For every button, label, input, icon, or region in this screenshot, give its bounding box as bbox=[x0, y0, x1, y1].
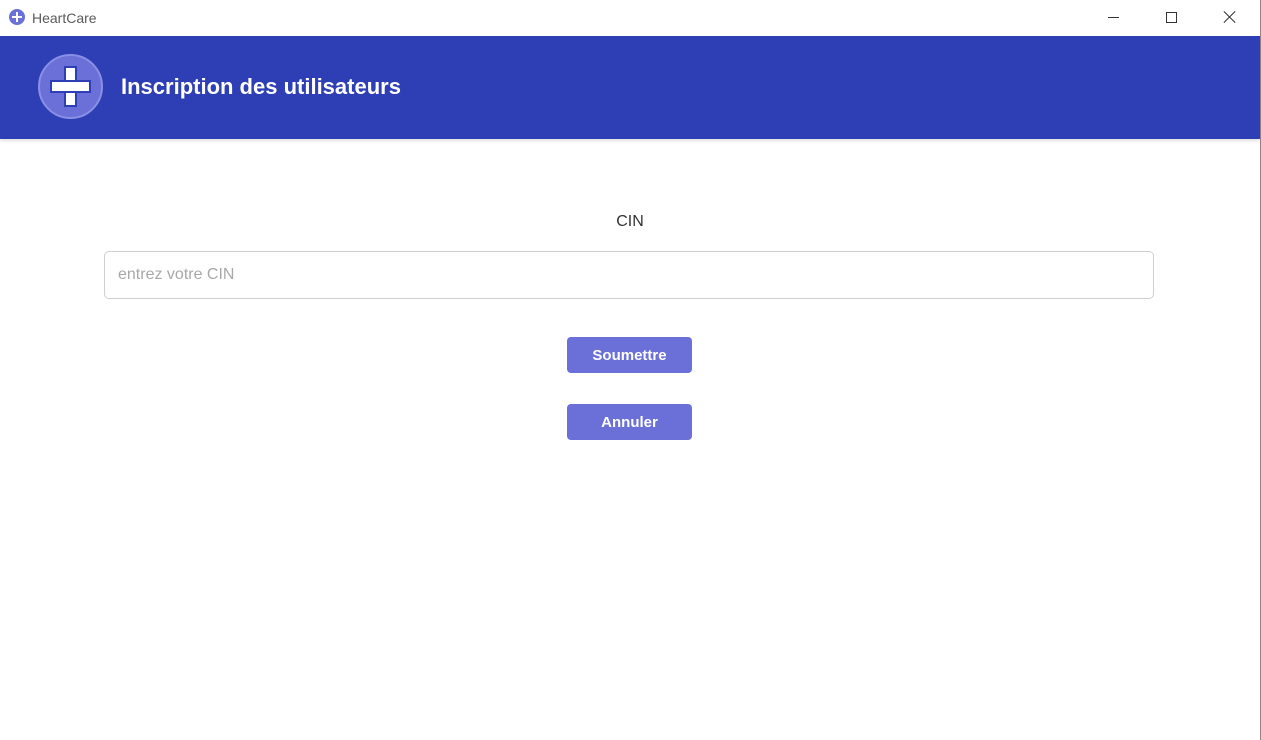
submit-button[interactable]: Soumettre bbox=[567, 337, 692, 373]
window-title: HeartCare bbox=[32, 10, 97, 26]
page-title: Inscription des utilisateurs bbox=[121, 74, 401, 99]
close-button[interactable] bbox=[1201, 0, 1259, 34]
maximize-button[interactable] bbox=[1142, 0, 1200, 34]
close-icon bbox=[1224, 11, 1236, 23]
cin-label: CIN bbox=[616, 213, 644, 230]
maximize-icon bbox=[1165, 11, 1177, 23]
cin-input[interactable] bbox=[104, 251, 1154, 299]
app-window: HeartCare Inscription des utilisateurs C… bbox=[0, 0, 1261, 740]
minimize-icon bbox=[1107, 16, 1119, 18]
minimize-button[interactable] bbox=[1084, 0, 1142, 34]
medical-cross-icon bbox=[38, 54, 103, 119]
title-bar[interactable]: HeartCare bbox=[0, 0, 1260, 36]
cancel-button[interactable]: Annuler bbox=[567, 404, 692, 440]
plus-circle-icon bbox=[9, 9, 25, 25]
header-banner: Inscription des utilisateurs bbox=[0, 36, 1260, 139]
